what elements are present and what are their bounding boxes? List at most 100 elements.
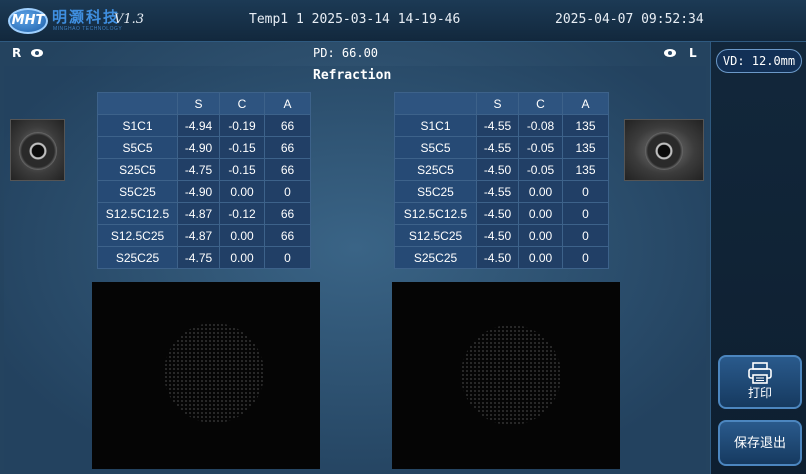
cylinder-value: -0.15 bbox=[219, 136, 265, 159]
right-eye-image bbox=[10, 119, 65, 181]
row-label: S5C5 bbox=[394, 136, 477, 159]
sphere-value: -4.55 bbox=[476, 114, 519, 137]
axis-value: 66 bbox=[264, 224, 311, 247]
cylinder-value: 0.00 bbox=[219, 224, 265, 247]
table-row: S1C1 -4.94 -0.19 66 bbox=[97, 114, 311, 137]
axis-value: 135 bbox=[562, 136, 609, 159]
cylinder-value: -0.05 bbox=[518, 158, 563, 181]
session-label: Temp1 1 2025-03-14 14-19-46 bbox=[249, 12, 461, 27]
title-bar: MHT 明灏科技 MINGHAO TECHNOLOGY V1.3 Temp1 1… bbox=[0, 0, 806, 42]
axis-value: 66 bbox=[264, 158, 311, 181]
sphere-value: -4.50 bbox=[476, 224, 519, 247]
print-button[interactable]: 打印 bbox=[718, 355, 802, 409]
table-row: S5C25 -4.55 0.00 0 bbox=[394, 180, 609, 203]
column-header bbox=[394, 92, 477, 115]
sphere-value: -4.94 bbox=[177, 114, 220, 137]
axis-value: 0 bbox=[562, 202, 609, 225]
sphere-value: -4.90 bbox=[177, 180, 220, 203]
table-header-row: S C A bbox=[394, 92, 609, 115]
column-header: S bbox=[177, 92, 220, 115]
table-header-row: S C A bbox=[97, 92, 311, 115]
axis-value: 0 bbox=[562, 246, 609, 269]
column-header: S bbox=[476, 92, 519, 115]
axis-value: 0 bbox=[562, 180, 609, 203]
row-label: S5C5 bbox=[97, 136, 178, 159]
column-header: A bbox=[562, 92, 609, 115]
row-label: S25C25 bbox=[97, 246, 178, 269]
sphere-value: -4.50 bbox=[476, 158, 519, 181]
axis-value: 135 bbox=[562, 158, 609, 181]
table-row: S25C5 -4.50 -0.05 135 bbox=[394, 158, 609, 181]
cylinder-value: 0.00 bbox=[518, 180, 563, 203]
current-datetime: 2025-04-07 09:52:34 bbox=[555, 12, 704, 27]
pd-value: PD: 66.00 bbox=[313, 46, 379, 60]
table-row: S25C25 -4.50 0.00 0 bbox=[394, 246, 609, 269]
row-label: S25C5 bbox=[394, 158, 477, 181]
axis-value: 135 bbox=[562, 114, 609, 137]
sphere-value: -4.87 bbox=[177, 224, 220, 247]
cylinder-value: 0.00 bbox=[518, 224, 563, 247]
column-header: A bbox=[264, 92, 311, 115]
left-refraction-table: S C A S1C1 -4.55 -0.08 135 S5C5 -4.55 -0.05 13… bbox=[394, 92, 609, 269]
axis-value: 66 bbox=[264, 136, 311, 159]
eye-icon bbox=[664, 49, 676, 57]
page-title: Refraction bbox=[313, 68, 392, 83]
eye-icon bbox=[31, 49, 43, 57]
axis-value: 0 bbox=[264, 180, 311, 203]
cylinder-value: -0.15 bbox=[219, 158, 265, 181]
table-row: S12.5C12.5 -4.87 -0.12 66 bbox=[97, 202, 311, 225]
sphere-value: -4.87 bbox=[177, 202, 220, 225]
left-eye-image bbox=[624, 119, 704, 181]
table-row: S12.5C12.5 -4.50 0.00 0 bbox=[394, 202, 609, 225]
table-row: S25C5 -4.75 -0.15 66 bbox=[97, 158, 311, 181]
row-label: S1C1 bbox=[394, 114, 477, 137]
right-eye-label: R bbox=[12, 46, 22, 60]
logo: MHT bbox=[8, 8, 48, 34]
row-label: S12.5C25 bbox=[394, 224, 477, 247]
table-row: S1C1 -4.55 -0.08 135 bbox=[394, 114, 609, 137]
column-header bbox=[97, 92, 178, 115]
axis-value: 0 bbox=[264, 246, 311, 269]
brand-name: 明灏科技 bbox=[52, 8, 121, 26]
cylinder-value: -0.12 bbox=[219, 202, 265, 225]
sphere-value: -4.50 bbox=[476, 202, 519, 225]
sphere-value: -4.75 bbox=[177, 158, 220, 181]
cylinder-value: 0.00 bbox=[219, 246, 265, 269]
cylinder-value: 0.00 bbox=[518, 202, 563, 225]
sphere-value: -4.75 bbox=[177, 246, 220, 269]
row-label: S12.5C25 bbox=[97, 224, 178, 247]
table-row: S5C25 -4.90 0.00 0 bbox=[97, 180, 311, 203]
axis-value: 66 bbox=[264, 114, 311, 137]
table-row: S5C5 -4.90 -0.15 66 bbox=[97, 136, 311, 159]
table-row: S12.5C25 -4.50 0.00 0 bbox=[394, 224, 609, 247]
table-row: S25C25 -4.75 0.00 0 bbox=[97, 246, 311, 269]
row-label: S5C25 bbox=[97, 180, 178, 203]
row-label: S12.5C12.5 bbox=[97, 202, 178, 225]
sphere-value: -4.55 bbox=[476, 180, 519, 203]
version-label: V1.3 bbox=[114, 12, 145, 27]
cylinder-value: 0.00 bbox=[219, 180, 265, 203]
row-label: S12.5C12.5 bbox=[394, 202, 477, 225]
left-eye-label: L bbox=[689, 46, 697, 60]
left-eye-dot-pattern bbox=[392, 282, 620, 469]
vd-selector[interactable]: VD: 12.0mm bbox=[716, 49, 802, 73]
cylinder-value: -0.19 bbox=[219, 114, 265, 137]
column-header: C bbox=[518, 92, 563, 115]
side-panel bbox=[710, 42, 806, 474]
cylinder-value: 0.00 bbox=[518, 246, 563, 269]
cylinder-value: -0.08 bbox=[518, 114, 563, 137]
save-exit-button[interactable]: 保存退出 bbox=[718, 420, 802, 466]
axis-value: 0 bbox=[562, 224, 609, 247]
axis-value: 66 bbox=[264, 202, 311, 225]
row-label: S5C25 bbox=[394, 180, 477, 203]
sphere-value: -4.55 bbox=[476, 136, 519, 159]
printer-icon bbox=[748, 362, 772, 384]
brand-subtitle: MINGHAO TECHNOLOGY bbox=[53, 26, 123, 32]
table-row: S5C5 -4.55 -0.05 135 bbox=[394, 136, 609, 159]
sphere-value: -4.50 bbox=[476, 246, 519, 269]
table-row: S12.5C25 -4.87 0.00 66 bbox=[97, 224, 311, 247]
sphere-value: -4.90 bbox=[177, 136, 220, 159]
print-label: 打印 bbox=[747, 386, 772, 400]
column-header: C bbox=[219, 92, 265, 115]
row-label: S1C1 bbox=[97, 114, 178, 137]
